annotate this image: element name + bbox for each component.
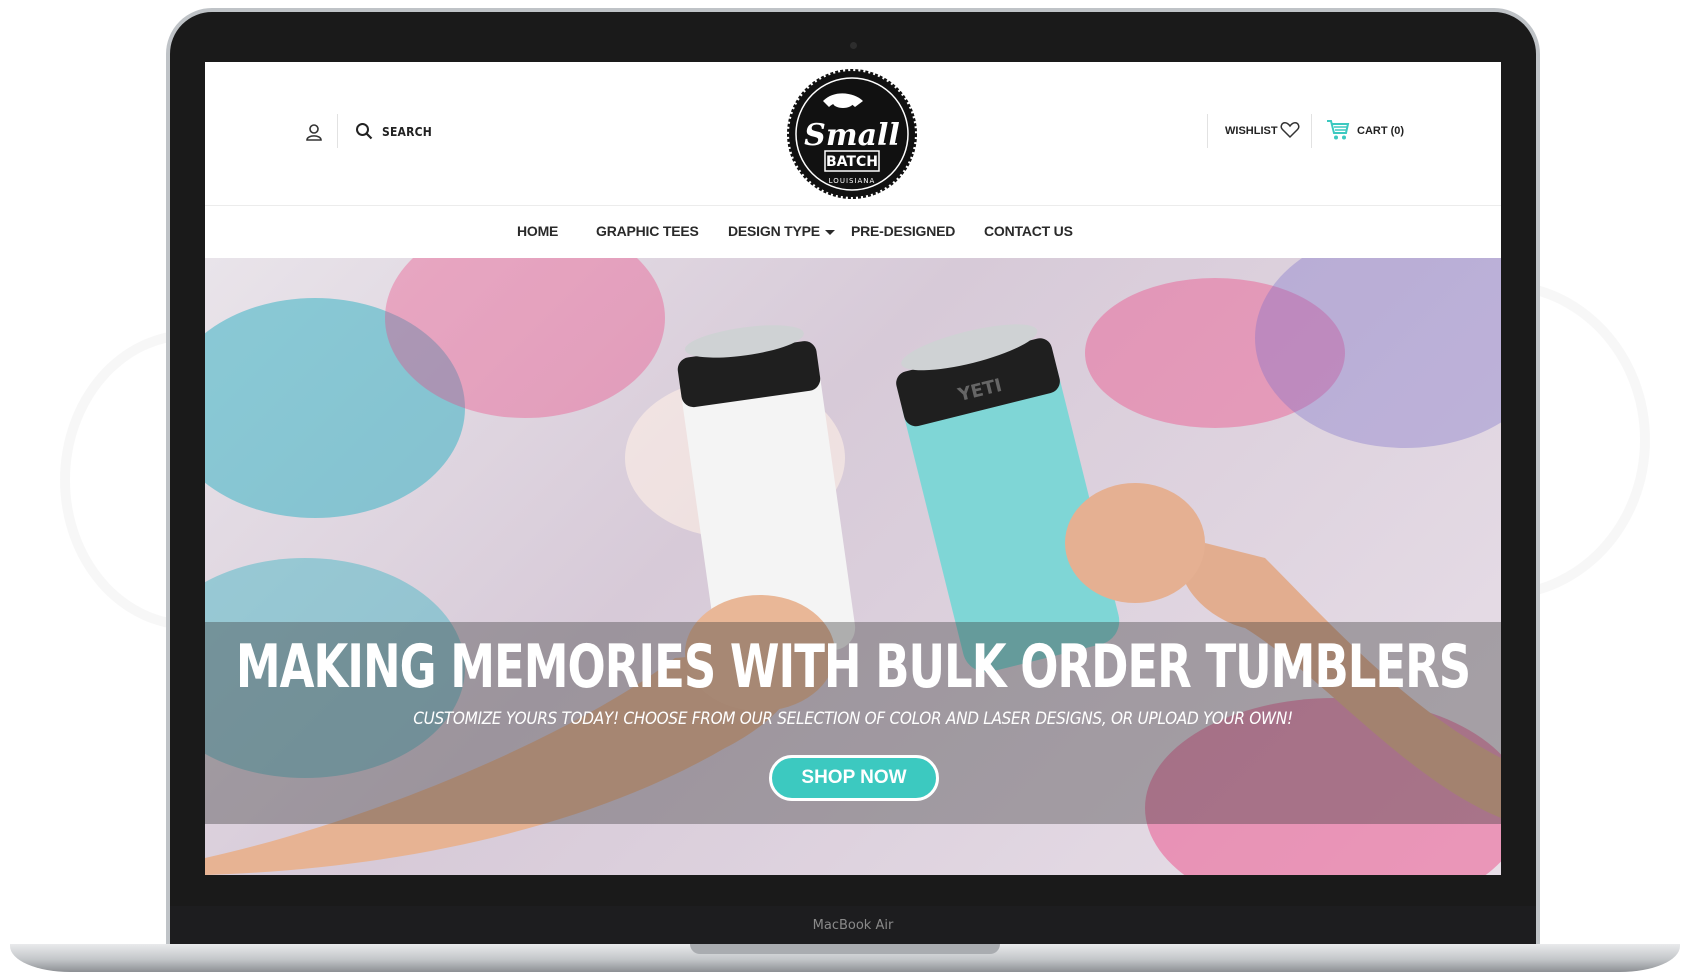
search-link[interactable]: SEARCH	[382, 125, 432, 139]
hero-subtitle: CUSTOMIZE YOURS TODAY! CHOOSE FROM OUR S…	[413, 709, 1293, 729]
nav-item-graphic-tees[interactable]: GRAPHIC TEES	[596, 223, 699, 239]
divider	[1207, 114, 1208, 148]
main-nav: HOME GRAPHIC TEES DESIGN TYPE PRE-DESIGN…	[205, 206, 1501, 258]
user-icon[interactable]	[305, 123, 323, 141]
logo-batch: BATCH	[826, 154, 878, 170]
search-icon[interactable]	[355, 122, 373, 140]
nav-item-pre-designed[interactable]: PRE-DESIGNED	[851, 223, 955, 239]
wishlist-link[interactable]: WISHLIST	[1225, 125, 1278, 137]
heart-icon[interactable]	[1280, 121, 1300, 139]
logo-state: LOUISIANA	[829, 177, 876, 185]
hero-banner: YETI MAKING MEMORIES WITH BULK ORDER TUM…	[205, 258, 1501, 875]
divider	[1311, 114, 1312, 148]
camera	[850, 42, 857, 49]
laptop-screen: SEARCH Small BATCH LOUISIANA WISHLIST CA…	[205, 62, 1501, 875]
cart-icon[interactable]	[1326, 119, 1350, 141]
nav-item-contact-us[interactable]: CONTACT US	[984, 223, 1073, 239]
chevron-down-icon	[824, 229, 835, 235]
nav-item-home[interactable]: HOME	[517, 223, 558, 239]
cart-link[interactable]: CART (0)	[1357, 125, 1404, 137]
device-label: MacBook Air	[812, 918, 894, 933]
laptop-base-notch	[690, 944, 1000, 954]
site-header: SEARCH Small BATCH LOUISIANA WISHLIST CA…	[205, 62, 1501, 206]
shop-now-button[interactable]: SHOP NOW	[769, 755, 939, 801]
nav-item-design-type-label: DESIGN TYPE	[728, 223, 820, 239]
divider	[337, 114, 338, 148]
small-batch-logo[interactable]: Small BATCH LOUISIANA	[785, 67, 919, 201]
logo-script: Small	[804, 118, 900, 153]
nav-item-design-type[interactable]: DESIGN TYPE	[728, 223, 835, 239]
laptop-chin: MacBook Air	[170, 906, 1536, 944]
hero-title: MAKING MEMORIES WITH BULK ORDER TUMBLERS	[235, 632, 1471, 702]
